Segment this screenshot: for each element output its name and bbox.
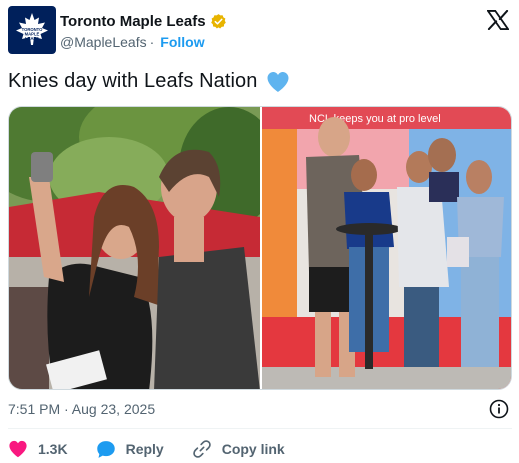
copy-link-button[interactable]: Copy link — [192, 439, 285, 459]
tweet-text: Knies day with Leafs Nation — [8, 70, 290, 93]
avatar[interactable]: TORONTO MAPLE LEAFS — [8, 6, 56, 54]
tweet-actions: 1.3K Reply Copy link — [8, 438, 313, 460]
tweet-media[interactable]: NCL keeps you at pro level — [8, 106, 512, 390]
follow-button[interactable]: Follow — [160, 34, 204, 50]
like-button[interactable]: 1.3K — [8, 440, 68, 458]
author-handle[interactable]: @MapleLeafs — [60, 34, 147, 50]
maple-leaf-logo-icon: TORONTO MAPLE LEAFS — [16, 13, 48, 45]
separator-dot: · — [149, 34, 155, 50]
copy-link-label: Copy link — [221, 441, 285, 457]
tweet-timestamp[interactable]: 7:51 PM · Aug 23, 2025 — [8, 401, 155, 417]
info-icon[interactable] — [489, 399, 509, 419]
divider — [8, 428, 512, 429]
link-icon — [192, 440, 211, 458]
author-info: Toronto Maple Leafs @MapleLeafs · Follow — [60, 12, 227, 50]
reply-bubble-icon — [96, 440, 115, 458]
heart-icon — [9, 440, 27, 458]
reply-label: Reply — [125, 441, 164, 457]
media-grid: NCL keeps you at pro level — [9, 107, 512, 390]
reply-button[interactable]: Reply — [96, 440, 164, 459]
like-count: 1.3K — [38, 441, 68, 457]
x-logo-icon[interactable] — [487, 10, 509, 30]
tweet-header: TORONTO MAPLE LEAFS Toronto Maple Leafs … — [8, 6, 511, 58]
left-photo[interactable] — [9, 107, 279, 390]
verified-badge-icon — [210, 13, 226, 29]
right-photo[interactable]: NCL keeps you at pro level — [262, 107, 512, 390]
svg-text:LEAFS: LEAFS — [25, 36, 39, 41]
author-display-name[interactable]: Toronto Maple Leafs — [60, 13, 206, 30]
handle-row: @MapleLeafs · Follow — [60, 34, 227, 50]
tweet-text-content: Knies day with Leafs Nation — [8, 70, 258, 92]
blue-heart-icon — [267, 71, 289, 92]
name-row: Toronto Maple Leafs — [60, 12, 227, 30]
